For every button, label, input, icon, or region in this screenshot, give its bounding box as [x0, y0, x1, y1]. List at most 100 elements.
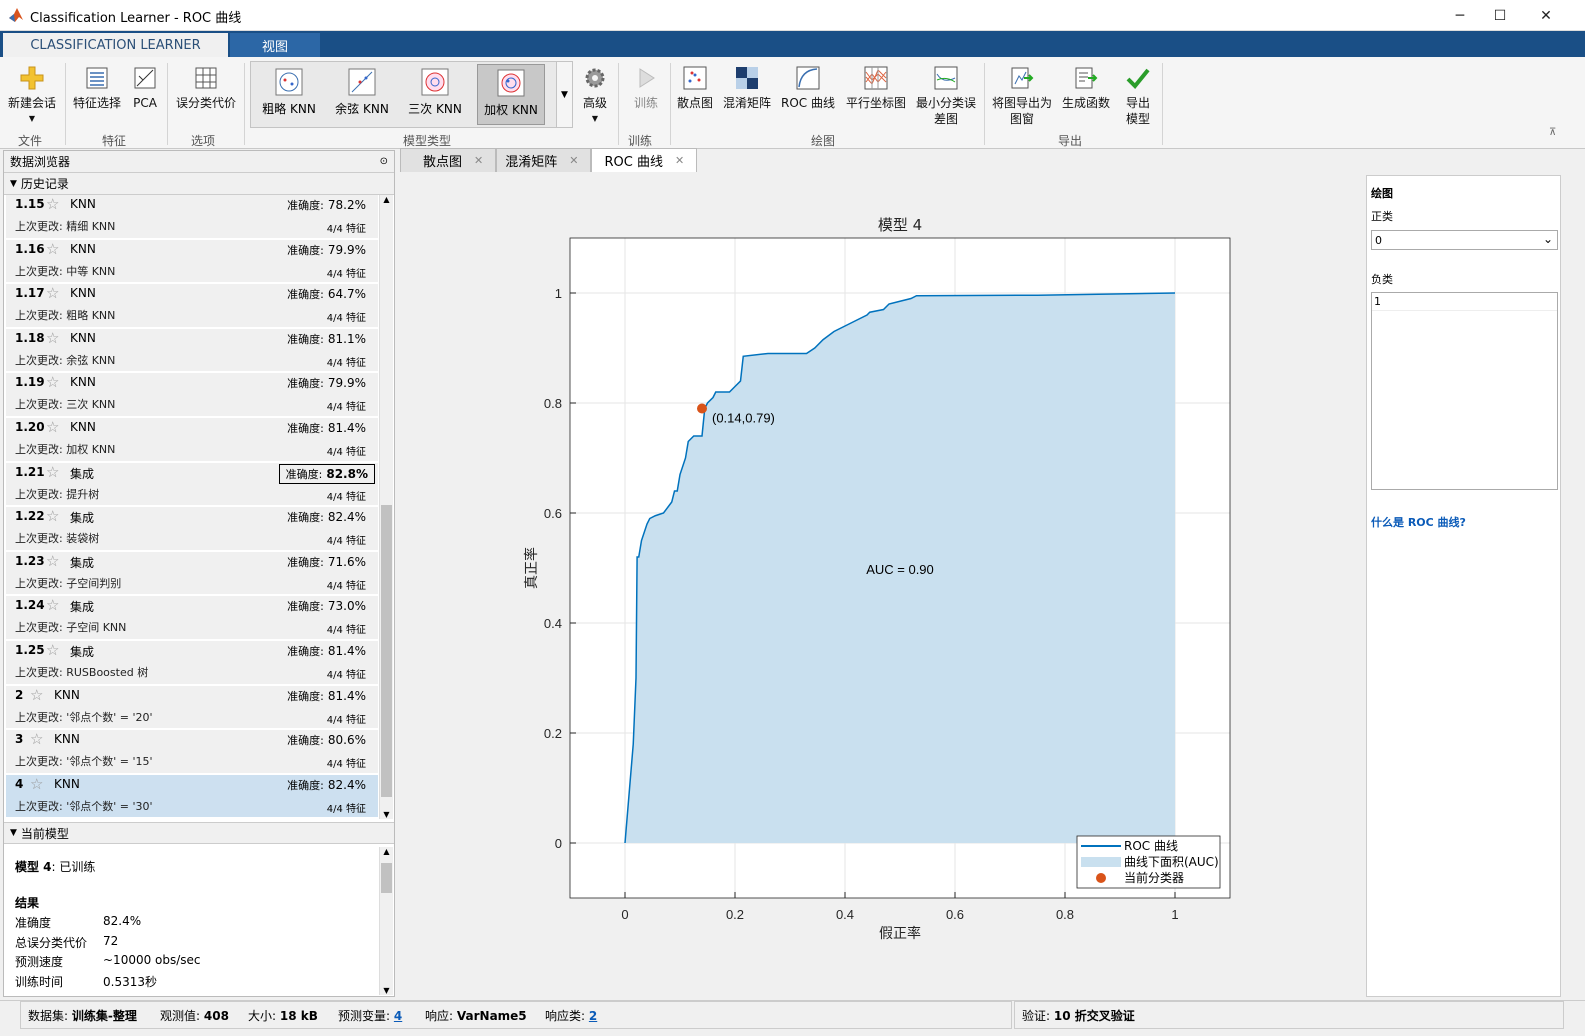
history-model-item[interactable]: 1.25 ☆ 集成 准确度: 81.4% 上次更改: RUSBoosted 树 4/4 特征 — [6, 640, 378, 686]
star-icon[interactable]: ☆ — [46, 373, 59, 391]
parallel-coordinates-button[interactable]: 平行坐标图 — [843, 65, 909, 111]
negative-class-item[interactable]: 1 — [1372, 293, 1557, 311]
misclassification-cost-button[interactable]: 误分类代价 — [174, 65, 238, 111]
star-icon[interactable]: ☆ — [46, 195, 59, 213]
model-type: 集成 — [70, 555, 95, 570]
status-pred-label: 预测变量: — [338, 1009, 391, 1023]
roc-help-link[interactable]: 什么是 ROC 曲线? — [1371, 514, 1466, 530]
gallery-item-weighted-knn[interactable]: 加权 KNN — [477, 64, 545, 125]
close-button[interactable]: ✕ — [1523, 0, 1569, 31]
history-model-item[interactable]: 1.19 ☆ KNN 准确度: 79.9% 上次更改: 三次 KNN 4/4 特征 — [6, 373, 378, 418]
history-model-item[interactable]: 1.15 ☆ KNN 准确度: 78.2% 上次更改: 精细 KNN 4/4 特征 — [6, 195, 378, 240]
window-title: Classification Learner - ROC 曲线 — [30, 11, 242, 26]
history-model-item[interactable]: 4 ☆ KNN 准确度: 82.4% 上次更改: '邻点个数' = '30' 4/4 特征 — [6, 774, 378, 820]
close-icon[interactable]: ✕ — [474, 154, 483, 167]
roc-chart[interactable]: 0 0.2 0.4 0.6 0.8 1 0 0.2 0.4 0.6 0.8 1 模型 4 假正率 真正率 AU… — [400, 172, 1363, 997]
export-model-button[interactable]: 导出 模型 — [1118, 65, 1158, 127]
export-figure-button[interactable]: 将图导出为 图窗 — [990, 65, 1054, 127]
positive-class-select[interactable]: 0 ⌄ — [1371, 230, 1558, 250]
group-label-feature: 特征 — [102, 134, 127, 148]
pca-button[interactable]: PCA — [130, 65, 160, 111]
history-model-item[interactable]: 2 ☆ KNN 准确度: 81.4% 上次更改: '邻点个数' = '20' 4/4 特征 — [6, 685, 378, 731]
star-icon[interactable]: ☆ — [46, 240, 59, 258]
close-icon[interactable]: ✕ — [675, 154, 684, 167]
star-icon[interactable]: ☆ — [46, 596, 59, 614]
status-size-value: 18 kB — [279, 1009, 318, 1023]
history-model-item[interactable]: 1.21 ☆ 集成 准确度: 82.8% 上次更改: 提升树 4/4 特征 — [6, 462, 378, 508]
panel-menu-icon[interactable]: ⊙ — [380, 156, 388, 167]
close-icon[interactable]: ✕ — [569, 154, 578, 167]
train-button[interactable]: 训练 — [628, 65, 664, 111]
star-icon[interactable]: ☆ — [46, 507, 59, 525]
new-session-button[interactable]: 新建会话 ▼ — [6, 65, 58, 127]
current-model-scrollbar[interactable]: ▲ ▼ — [379, 847, 393, 995]
current-model-header[interactable]: ▼ 当前模型 — [4, 822, 394, 844]
doc-tab-scatter[interactable]: 散点图 ✕ — [400, 148, 497, 172]
current-classifier-label: (0.14,0.79) — [712, 411, 775, 426]
gallery-item-cubic-knn[interactable]: 三次 KNN — [401, 64, 469, 125]
scroll-down-icon[interactable]: ▼ — [380, 810, 393, 819]
tab-classification-learner[interactable]: CLASSIFICATION LEARNER — [3, 33, 228, 57]
feature-selection-button[interactable]: 特征选择 — [72, 65, 122, 111]
current-classifier-point[interactable] — [697, 403, 707, 414]
history-model-item[interactable]: 3 ☆ KNN 准确度: 80.6% 上次更改: '邻点个数' = '15' 4/4 特征 — [6, 730, 378, 775]
status-pred-link[interactable]: 4 — [394, 1009, 402, 1023]
model-last-change: 上次更改: 粗略 KNN — [15, 309, 116, 323]
plus-icon — [19, 65, 45, 91]
scroll-up-icon[interactable]: ▲ — [380, 195, 393, 204]
history-model-item[interactable]: 1.18 ☆ KNN 准确度: 81.1% 上次更改: 余弦 KNN 4/4 特征 — [6, 328, 378, 374]
coarse-knn-icon — [275, 68, 303, 96]
history-model-item[interactable]: 1.16 ☆ KNN 准确度: 79.9% 上次更改: 中等 KNN 4/4 特征 — [6, 239, 378, 285]
play-icon — [633, 65, 659, 91]
star-icon[interactable]: ☆ — [30, 730, 43, 748]
star-icon[interactable]: ☆ — [46, 329, 59, 347]
gallery-label: 余弦 KNN — [335, 102, 389, 116]
scrollbar-thumb[interactable] — [381, 863, 392, 893]
tab-view[interactable]: 视图 — [230, 33, 320, 57]
star-icon[interactable]: ☆ — [30, 686, 43, 704]
collapse-ribbon-icon[interactable]: ⊼ — [1549, 127, 1556, 138]
gallery-item-cosine-knn[interactable]: 余弦 KNN — [328, 64, 396, 125]
status-classes-link[interactable]: 2 — [589, 1009, 597, 1023]
model-feature-count: 4/4 特征 — [326, 268, 366, 280]
doc-tab-roc[interactable]: ROC 曲线 ✕ — [591, 148, 698, 172]
model-accuracy: 准确度: 81.4% — [287, 688, 366, 703]
star-icon[interactable]: ☆ — [46, 641, 59, 659]
history-model-item[interactable]: 1.23 ☆ 集成 准确度: 71.6% 上次更改: 子空间判别 4/4 特征 — [6, 551, 378, 597]
model-last-change: 上次更改: 提升树 — [15, 487, 100, 501]
min-error-plot-button[interactable]: 最小分类误 差图 — [913, 65, 979, 127]
scroll-down-icon[interactable]: ▼ — [380, 986, 393, 995]
star-icon[interactable]: ☆ — [46, 463, 59, 481]
negative-class-list[interactable]: 1 — [1371, 292, 1558, 490]
star-icon[interactable]: ☆ — [46, 552, 59, 570]
gallery-expand-button[interactable]: ▼ — [556, 61, 573, 128]
gallery-item-coarse-knn[interactable]: 粗略 KNN — [255, 64, 323, 125]
history-model-item[interactable]: 1.20 ☆ KNN 准确度: 81.4% 上次更改: 加权 KNN 4/4 特征 — [6, 417, 378, 463]
scroll-up-icon[interactable]: ▲ — [380, 847, 393, 856]
scatter-plot-button[interactable]: 散点图 — [675, 65, 715, 111]
history-model-item[interactable]: 1.24 ☆ 集成 准确度: 73.0% 上次更改: 子空间 KNN 4/4 特征 — [6, 596, 378, 641]
scrollbar-thumb[interactable] — [381, 505, 392, 797]
x-tick-label: 0.4 — [836, 907, 854, 922]
collapse-triangle-icon: ▼ — [10, 828, 17, 838]
confusion-matrix-button[interactable]: 混淆矩阵 — [721, 65, 773, 111]
history-model-item[interactable]: 1.17 ☆ KNN 准确度: 64.7% 上次更改: 粗略 KNN 4/4 特征 — [6, 284, 378, 329]
star-icon[interactable]: ☆ — [30, 775, 43, 793]
dropdown-arrow-icon: ▼ — [28, 114, 36, 123]
roc-curve-button[interactable]: ROC 曲线 — [779, 65, 837, 111]
cosine-knn-icon — [348, 68, 376, 96]
star-icon[interactable]: ☆ — [46, 284, 59, 302]
history-header[interactable]: ▼ 历史记录 — [4, 173, 394, 195]
results-label-accuracy: 准确度 — [15, 916, 52, 930]
generate-function-button[interactable]: 生成函数 — [1058, 65, 1114, 111]
history-model-item[interactable]: 1.22 ☆ 集成 准确度: 82.4% 上次更改: 装袋树 4/4 特征 — [6, 507, 378, 552]
results-value-cost: 72 — [103, 934, 119, 948]
positive-class-value: 0 — [1375, 234, 1382, 247]
maximize-button[interactable]: ☐ — [1477, 0, 1523, 31]
star-icon[interactable]: ☆ — [46, 418, 59, 436]
advanced-button[interactable]: 高级 ▼ — [578, 65, 612, 127]
doc-tab-confusion[interactable]: 混淆矩阵 ✕ — [496, 148, 592, 172]
history-scrollbar[interactable]: ▲ ▼ — [379, 195, 393, 819]
doc-tab-label: ROC 曲线 — [604, 155, 663, 170]
feature-selection-label: 特征选择 — [72, 96, 121, 110]
